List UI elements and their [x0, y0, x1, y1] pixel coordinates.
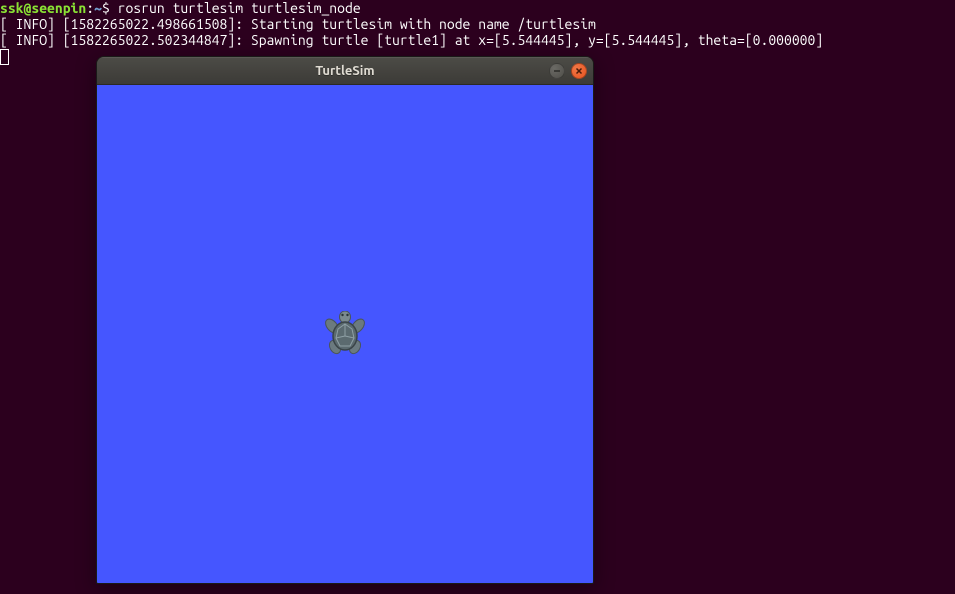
prompt-sep1: : [86, 0, 94, 16]
minimize-icon [553, 67, 561, 75]
prompt-sep2: $ [102, 0, 118, 16]
prompt-path: ~ [94, 0, 102, 16]
turtlesim-window[interactable]: TurtleSim [96, 56, 594, 584]
output-line-1: [ INFO] [1582265022.498661508]: Starting… [0, 16, 955, 32]
output-line-2: [ INFO] [1582265022.502344847]: Spawning… [0, 32, 955, 48]
turtlesim-canvas [97, 85, 593, 583]
close-button[interactable] [571, 63, 587, 79]
close-icon [575, 67, 583, 75]
window-title: TurtleSim [97, 64, 593, 78]
window-titlebar[interactable]: TurtleSim [97, 57, 593, 85]
prompt-line: ssk@seenpin:~$ rosrun turtlesim turtlesi… [0, 0, 955, 16]
prompt-user: ssk@seenpin [0, 0, 86, 16]
turtle-icon [322, 311, 368, 357]
cursor-icon [0, 49, 9, 65]
window-controls [549, 63, 587, 79]
minimize-button[interactable] [549, 63, 565, 79]
command-text: rosrun turtlesim turtlesim_node [118, 0, 361, 16]
